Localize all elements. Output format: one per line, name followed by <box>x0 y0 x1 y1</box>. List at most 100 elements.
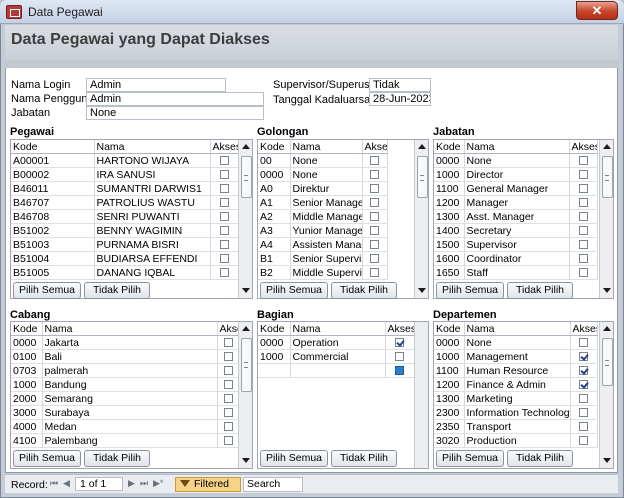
bagian-header-akses[interactable]: Akses <box>385 322 415 336</box>
table-row[interactable]: 0000 Operation <box>258 335 415 350</box>
akses-checkbox[interactable] <box>220 170 229 180</box>
jabatan-kode-cell[interactable]: 1200 <box>434 195 465 210</box>
golongan-nama-cell[interactable]: Senior Supervisor <box>290 251 363 266</box>
akses-checkbox[interactable] <box>579 436 588 446</box>
pegawai-nama-cell[interactable]: HARTONO WIJAYA <box>94 153 211 168</box>
cabang-kode-cell[interactable]: 0000 <box>11 335 43 350</box>
bagian-nama-cell[interactable]: Operation <box>290 335 386 350</box>
bagian-datasheet[interactable]: Kode Nama Akses 0000 Operation 1000 Commercial <box>257 321 429 469</box>
table-row[interactable]: A0 Direktur <box>258 181 388 196</box>
cabang-kode-cell[interactable]: 4100 <box>11 433 43 448</box>
jabatan-kode-cell[interactable]: 0000 <box>434 153 465 168</box>
akses-checkbox[interactable] <box>395 352 404 362</box>
akses-checkbox[interactable] <box>220 254 229 264</box>
jabatan-nama-cell[interactable]: Director <box>464 167 570 182</box>
bagian-nama-cell[interactable]: Commercial <box>290 349 386 364</box>
scroll-up-icon[interactable] <box>603 144 611 149</box>
akses-checkbox[interactable] <box>223 394 233 404</box>
table-row[interactable]: 2300 Information Technology <box>434 405 598 420</box>
akses-checkbox[interactable] <box>579 394 588 404</box>
table-row[interactable]: 0000 None <box>434 153 598 168</box>
jabatan-nama-cell[interactable]: Staff <box>464 265 570 280</box>
pegawai-nama-cell[interactable]: PURNAMA BISRI <box>94 237 211 252</box>
pegawai-nama-cell[interactable]: DANANG IQBAL <box>94 265 211 280</box>
supervisor-field[interactable]: Tidak <box>369 78 431 92</box>
departemen-kode-cell[interactable]: 1300 <box>434 391 465 406</box>
pegawai-kode-cell[interactable]: B51003 <box>11 237 95 252</box>
table-row[interactable]: 4100 Palembang <box>11 433 240 448</box>
table-row[interactable]: 1300 Marketing <box>434 391 598 406</box>
golongan-kode-cell[interactable]: A1 <box>258 195 291 210</box>
jabatan-kode-cell[interactable]: 1400 <box>434 223 465 238</box>
scroll-down-icon[interactable] <box>603 458 611 463</box>
table-row[interactable]: B46708 SENRI PUWANTI <box>11 209 240 224</box>
table-row[interactable]: A4Assisten Manager <box>258 237 388 252</box>
pegawai-vertical-scrollbar[interactable] <box>238 140 252 298</box>
table-row[interactable]: 1500 Supervisor <box>434 237 598 252</box>
departemen-nama-cell[interactable]: Production <box>464 433 571 448</box>
akses-checkbox[interactable] <box>223 408 233 418</box>
first-record-icon[interactable]: ⏮ <box>50 478 58 489</box>
pegawai-kode-cell[interactable]: A00001 <box>11 153 95 168</box>
jabatan-kode-cell[interactable]: 1000 <box>434 167 465 182</box>
last-record-icon[interactable]: ⏭ <box>140 478 148 489</box>
departemen-kode-cell[interactable]: 3020 <box>434 433 465 448</box>
pegawai-tidak-pilih-button[interactable]: Tidak Pilih <box>84 282 150 299</box>
cabang-header-kode[interactable]: Kode <box>11 322 43 336</box>
cabang-kode-cell[interactable]: 3000 <box>11 405 43 420</box>
bagian-tidak-pilih-button[interactable]: Tidak Pilih <box>331 450 397 467</box>
jabatan-nama-cell[interactable]: Manager <box>464 195 570 210</box>
table-row[interactable]: B00002 IRA SANUSI <box>11 167 240 182</box>
akses-checkbox[interactable] <box>370 198 379 208</box>
pegawai-kode-cell[interactable]: B51005 <box>11 265 95 280</box>
table-row[interactable]: 0000 None <box>434 335 598 350</box>
table-row[interactable]: 1100 Human Resource <box>434 363 598 378</box>
cabang-nama-cell[interactable]: Palembang <box>42 433 218 448</box>
jabatan-nama-cell[interactable]: Secretary <box>464 223 570 238</box>
akses-checkbox[interactable] <box>370 240 379 250</box>
nama-pengguna-field[interactable]: Admin <box>86 92 264 106</box>
table-row[interactable]: 1600 Coordinator <box>434 251 598 266</box>
bagian-header-nama[interactable]: Nama <box>290 322 386 336</box>
departemen-kode-cell[interactable]: 0000 <box>434 335 465 350</box>
akses-checkbox[interactable] <box>578 184 588 194</box>
golongan-kode-cell[interactable]: A2 <box>258 209 291 224</box>
jabatan-nama-cell[interactable]: Asst. Manager <box>464 209 570 224</box>
golongan-header-nama[interactable]: Nama <box>290 140 363 154</box>
table-row[interactable]: A1 Senior Manager <box>258 195 388 210</box>
jabatan-tidak-pilih-button[interactable]: Tidak Pilih <box>507 282 573 299</box>
akses-checkbox[interactable] <box>578 268 588 278</box>
akses-checkbox[interactable] <box>579 366 588 376</box>
akses-checkbox[interactable] <box>220 268 229 278</box>
tanggal-kadaluarsa-field[interactable]: 28-Jun-2023 <box>369 92 431 106</box>
table-row[interactable]: B51003 PURNAMA BISRI <box>11 237 240 252</box>
table-row[interactable]: 1400 Secretary <box>434 223 598 238</box>
table-row[interactable]: B51002 BENNY WAGIMIN <box>11 223 240 238</box>
golongan-datasheet[interactable]: KodeNamaAkses00None0000NoneA0DirekturA1S… <box>257 139 429 299</box>
pegawai-pilih-semua-button[interactable]: Pilih Semua <box>13 282 81 299</box>
pegawai-nama-cell[interactable]: SENRI PUWANTI <box>94 209 211 224</box>
akses-checkbox[interactable] <box>578 156 588 166</box>
table-row[interactable]: A3 Yunior Manager <box>258 223 388 238</box>
akses-checkbox[interactable] <box>223 338 233 348</box>
scroll-down-icon[interactable] <box>418 288 426 293</box>
golongan-kode-cell[interactable]: 00 <box>258 153 291 168</box>
akses-checkbox[interactable] <box>579 380 588 390</box>
cabang-kode-cell[interactable]: 2000 <box>11 391 43 406</box>
jabatan-nama-cell[interactable]: Coordinator <box>464 251 570 266</box>
jabatan-pilih-semua-button[interactable]: Pilih Semua <box>436 282 504 299</box>
akses-checkbox[interactable] <box>578 240 588 250</box>
akses-checkbox[interactable] <box>578 212 588 222</box>
table-row[interactable]: 2350 Transport <box>434 419 598 434</box>
akses-checkbox[interactable] <box>579 408 588 418</box>
table-row[interactable]: 00 None <box>258 153 388 168</box>
nama-login-field[interactable]: Admin <box>86 78 226 92</box>
table-row[interactable]: A00001 HARTONO WIJAYA <box>11 153 240 168</box>
bagian-pilih-semua-button[interactable]: Pilih Semua <box>260 450 328 467</box>
departemen-nama-cell[interactable]: Marketing <box>464 391 571 406</box>
search-input[interactable]: Search <box>243 477 303 492</box>
cabang-nama-cell[interactable]: Semarang <box>42 391 218 406</box>
akses-checkbox[interactable] <box>579 422 588 432</box>
pegawai-nama-cell[interactable]: BUDIARSA EFFENDI <box>94 251 211 266</box>
golongan-nama-cell[interactable]: None <box>290 153 363 168</box>
